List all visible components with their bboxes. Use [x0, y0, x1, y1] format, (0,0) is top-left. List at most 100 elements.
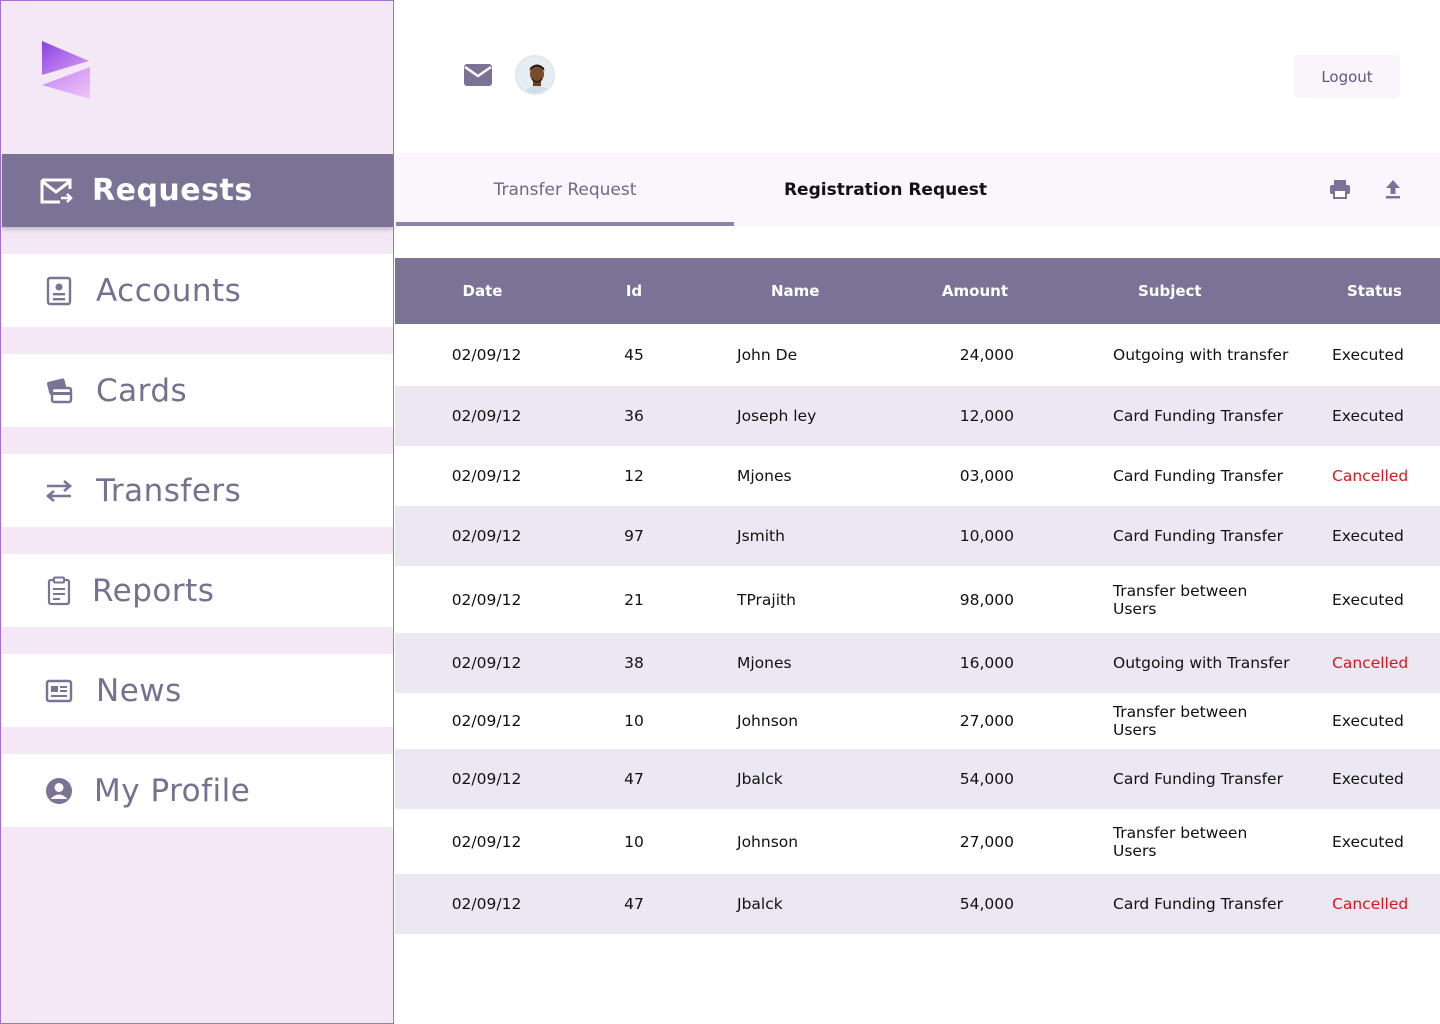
sidebar-item-label: Accounts [96, 272, 242, 309]
cell-subject: Card Funding Transfer [1113, 895, 1283, 913]
avatar-image [517, 57, 553, 93]
table-row[interactable]: 02/09/12 10 Johnson 27,000 Transfer between … [395, 693, 1440, 749]
cell-subject: Card Funding Transfer [1113, 407, 1283, 425]
user-circle-icon [42, 774, 76, 808]
user-avatar[interactable] [515, 55, 555, 95]
cell-name: Mjones [737, 654, 792, 672]
cell-date: 02/09/12 [451, 467, 522, 485]
cell-id: 21 [624, 590, 644, 609]
cell-id: 12 [624, 467, 644, 485]
table-row[interactable]: 02/09/12 36 Joseph ley 12,000 Card Funding T… [395, 386, 1440, 446]
mail-send-icon [40, 174, 74, 208]
table-row[interactable]: 02/09/12 47 Jbalck 54,000 Card Funding Trans… [395, 874, 1440, 934]
cell-date: 02/09/12 [451, 654, 522, 672]
cell-id: 97 [624, 527, 644, 545]
requests-table: Date Id Name Amount Subject Status 02/09… [395, 258, 1440, 934]
table-body: 02/09/12 45 John De 24,000 Outgoing with tra… [395, 324, 1440, 934]
cell-status: Executed [1332, 407, 1404, 425]
table-header: Date Id Name Amount Subject Status [395, 258, 1440, 324]
sidebar-item-reports[interactable]: Reports [2, 554, 393, 627]
cell-id: 36 [624, 407, 644, 425]
cell-amount: 27,000 [959, 712, 1014, 730]
table-row[interactable]: 02/09/12 21 TPrajith 98,000 Transfer between… [395, 566, 1440, 633]
tab-registration-request[interactable]: Registration Request [734, 153, 1037, 226]
app-logo[interactable] [39, 39, 93, 101]
cell-subject: Card Funding Transfer [1113, 770, 1283, 788]
cell-date: 02/09/12 [451, 712, 522, 730]
cell-name: Mjones [737, 467, 792, 485]
cell-amount: 16,000 [959, 654, 1014, 672]
cell-id: 45 [624, 346, 644, 364]
sidebar-item-label: Transfers [96, 472, 242, 509]
column-header-subject[interactable]: Subject [1008, 282, 1291, 300]
export-button[interactable] [1381, 177, 1405, 201]
tab-registration-request-label: Registration Request [783, 179, 988, 200]
cell-status: Executed [1332, 832, 1404, 851]
cell-name: John De [737, 346, 798, 364]
cell-date: 02/09/12 [451, 527, 522, 545]
cell-name: Jsmith [737, 527, 785, 545]
column-header-id[interactable]: Id [570, 282, 680, 300]
cell-amount: 27,000 [959, 832, 1014, 851]
cell-name: Jbalck [737, 770, 783, 788]
request-tabs-bar: Transfer Request Registration Request [396, 153, 1440, 226]
column-header-date[interactable]: Date [395, 282, 570, 300]
cell-id: 47 [624, 895, 644, 913]
cell-name: Joseph ley [737, 407, 817, 425]
sidebar-item-label: Requests [92, 173, 253, 208]
sidebar-item-profile[interactable]: My Profile [2, 754, 393, 827]
sidebar: Requests Accounts Cards Transfers Reports New… [0, 0, 394, 1024]
cell-status: Cancelled [1332, 895, 1409, 913]
cell-subject: Transfer between Users [1113, 703, 1248, 739]
cell-subject: Card Funding Transfer [1113, 467, 1283, 485]
sidebar-item-transfers[interactable]: Transfers [2, 454, 393, 527]
sidebar-item-accounts[interactable]: Accounts [2, 254, 393, 327]
sidebar-item-label: Cards [96, 372, 188, 409]
cell-id: 47 [624, 770, 644, 788]
table-row[interactable]: 02/09/12 10 Johnson 27,000 Transfer between … [395, 809, 1440, 874]
column-header-amount[interactable]: Amount [860, 282, 1008, 300]
column-header-name[interactable]: Name [680, 282, 860, 300]
envelope-icon [464, 64, 492, 86]
newspaper-icon [42, 674, 76, 708]
cell-name: Jbalck [737, 895, 783, 913]
sidebar-item-news[interactable]: News [2, 654, 393, 727]
print-button[interactable] [1328, 177, 1352, 201]
cell-status: Executed [1332, 712, 1404, 730]
cell-status: Executed [1332, 527, 1404, 545]
cell-status: Executed [1332, 590, 1404, 609]
table-row[interactable]: 02/09/12 45 John De 24,000 Outgoing with tra… [395, 324, 1440, 386]
cell-status: Cancelled [1332, 467, 1409, 485]
cell-date: 02/09/12 [451, 407, 522, 425]
credit-card-icon [42, 374, 76, 408]
sidebar-item-label: Reports [92, 572, 215, 609]
tab-transfer-request[interactable]: Transfer Request [396, 153, 734, 226]
sidebar-item-label: News [96, 672, 182, 709]
cell-id: 38 [624, 654, 644, 672]
cell-date: 02/09/12 [451, 770, 522, 788]
cell-amount: 98,000 [959, 590, 1014, 609]
table-row[interactable]: 02/09/12 12 Mjones 03,000 Card Funding Trans… [395, 446, 1440, 506]
printer-icon [1330, 180, 1350, 199]
cell-status: Cancelled [1332, 654, 1409, 672]
upload-icon [1386, 180, 1400, 199]
cell-amount: 12,000 [959, 407, 1014, 425]
cell-name: Johnson [737, 832, 799, 851]
cell-subject: Transfer between Users [1113, 823, 1248, 860]
logout-button[interactable]: Logout [1294, 55, 1400, 98]
cell-subject: Transfer between Users [1113, 581, 1248, 618]
cell-id: 10 [624, 832, 644, 851]
table-row[interactable]: 02/09/12 97 Jsmith 10,000 Card Funding Trans… [395, 506, 1440, 566]
sidebar-item-cards[interactable]: Cards [2, 354, 393, 427]
column-header-status[interactable]: Status [1291, 282, 1440, 300]
cell-amount: 54,000 [959, 770, 1014, 788]
cell-amount: 03,000 [959, 467, 1014, 485]
mail-button[interactable] [462, 60, 494, 90]
sidebar-item-label: My Profile [94, 772, 251, 809]
cell-id: 10 [624, 712, 644, 730]
table-row[interactable]: 02/09/12 47 Jbalck 54,000 Card Funding Trans… [395, 749, 1440, 809]
cell-date: 02/09/12 [451, 895, 522, 913]
sidebar-item-requests[interactable]: Requests [2, 154, 393, 227]
table-row[interactable]: 02/09/12 38 Mjones 16,000 Outgoing with Tran… [395, 633, 1440, 693]
clipboard-icon [42, 574, 76, 608]
